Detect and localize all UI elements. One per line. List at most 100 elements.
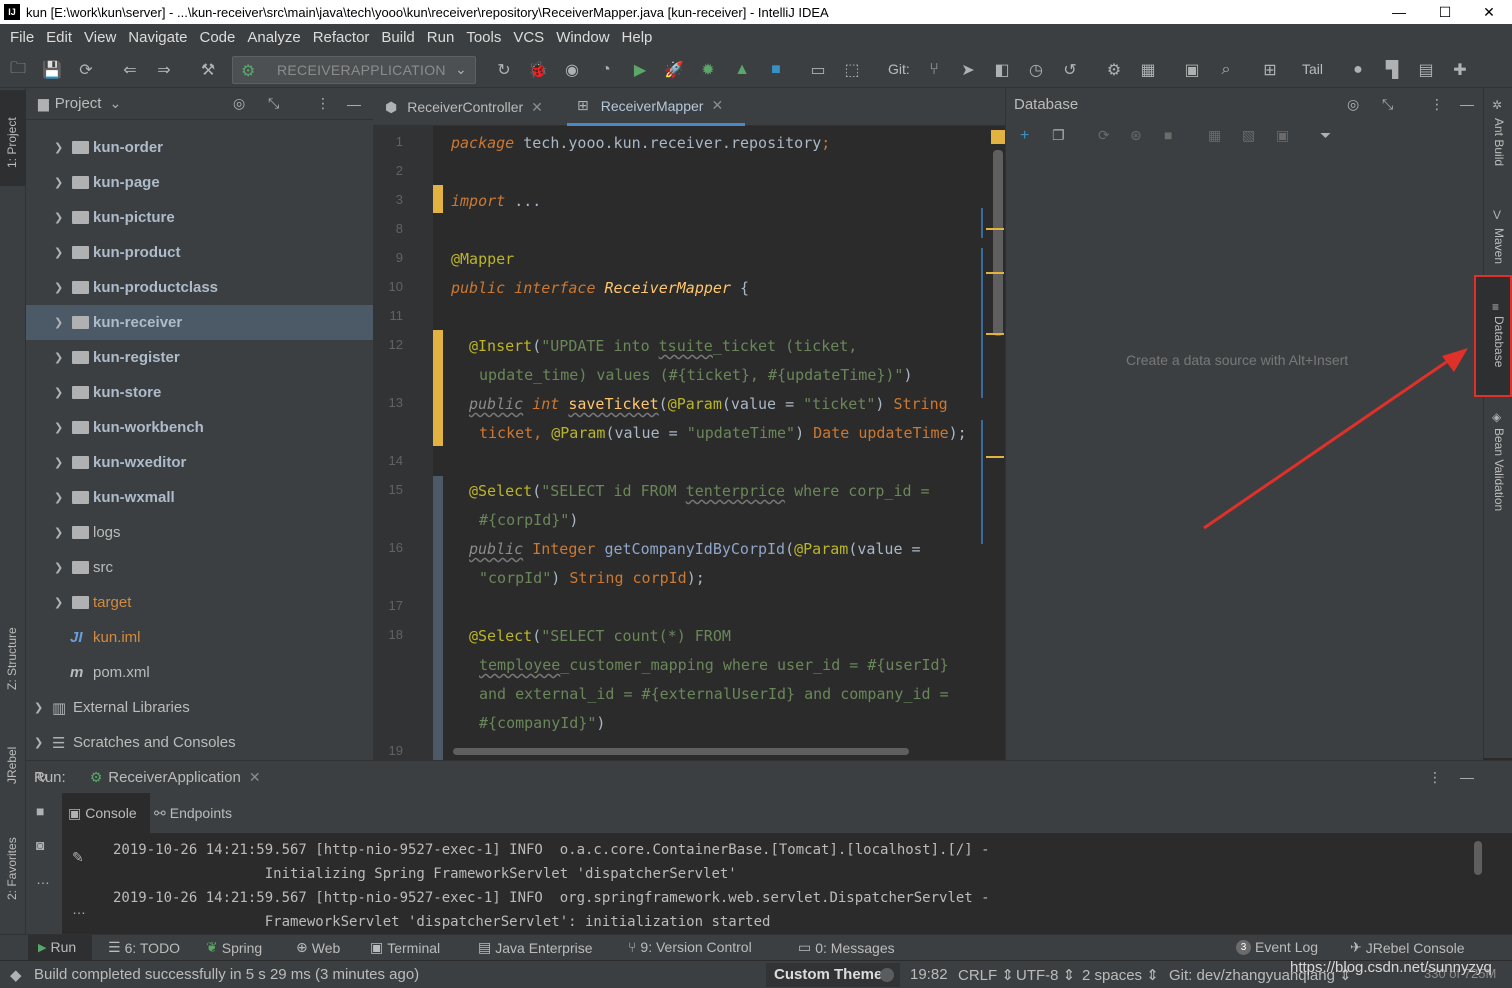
maven-tool-tab[interactable]: Maven [1492,228,1506,264]
hide-panel-icon[interactable]: — [1460,96,1474,112]
more-icon[interactable]: … [36,871,50,887]
minimize-button[interactable]: — [1376,0,1422,24]
tail-label[interactable]: Tail [1302,61,1323,77]
console-icon[interactable]: ▣ [1276,127,1289,144]
chevron-right-icon[interactable]: ❯ [54,526,63,539]
debug-icon[interactable]: 🐞 [526,58,550,82]
bean-validation-tool-tab[interactable]: Bean Validation [1492,428,1506,511]
tree-item-kun-register[interactable]: ❯ kun-register [26,340,373,375]
chevron-down-icon[interactable]: ⌄ [109,95,121,112]
hide-panel-icon[interactable]: — [1460,769,1474,785]
code-line-18[interactable]: @Select("SELECT count(*) FROM [469,627,731,645]
synchronize-icon[interactable]: ⟳ [74,58,98,82]
collapse-all-icon[interactable]: ⤡ [268,95,279,112]
more-options-icon[interactable]: ⋮ [316,95,330,112]
close-tab-icon[interactable]: ✕ [249,769,261,786]
code-line-15-wrap[interactable]: #{corpId}") [479,511,578,529]
menu-vcs[interactable]: VCS [507,24,550,52]
spring-tool-button[interactable]: ❦ Spring [206,939,262,956]
ant-build-tool-tab[interactable]: Ant Build [1492,118,1506,166]
java-enterprise-tool-button[interactable]: ▤ Java Enterprise [478,939,593,956]
refresh-icon[interactable]: ⟳ [1098,127,1110,144]
chevron-right-icon[interactable]: ❯ [54,176,63,189]
menu-file[interactable]: File [4,24,40,52]
terminal-tool-button[interactable]: ▣ Terminal [370,939,440,956]
schema-icon[interactable]: ⊛ [1130,127,1142,144]
chevron-right-icon[interactable]: ❯ [54,561,63,574]
collapse-all-icon[interactable]: ⤡ [1382,96,1393,113]
database-tool-tab[interactable]: Database [1492,316,1506,367]
code-line-9[interactable]: @Mapper [451,250,514,268]
locate-target-icon[interactable]: ◎ [1347,96,1359,113]
code-line-18-wrap-2[interactable]: and external_id = #{externalUserId} and … [479,685,949,703]
rollback-icon[interactable]: ↺ [1058,58,1082,82]
chevron-right-icon[interactable]: ❯ [54,211,63,224]
chevron-right-icon[interactable]: ❯ [34,701,43,714]
event-log-tool-button[interactable]: 3 Event Log [1236,939,1318,955]
jrebel-debug-icon[interactable]: ✹ [696,58,720,82]
line-separator[interactable]: CRLF ⇕ [958,966,1014,984]
console-scrollbar[interactable] [1474,841,1482,875]
copy-icon[interactable]: ❐ [1052,127,1065,144]
tree-item-kun-iml[interactable]: JI kun.iml [26,620,373,655]
chevron-right-icon[interactable]: ❯ [54,351,63,364]
code-line-1[interactable]: package tech.yooo.kun.receiver.repositor… [451,134,830,152]
profile-icon[interactable]: ◔ [594,58,618,82]
camera-icon[interactable]: ◙ [36,837,44,853]
hide-panel-icon[interactable]: — [347,96,361,112]
more-options-icon[interactable]: ⋮ [1430,96,1444,113]
code-line-18-wrap-3[interactable]: #{companyId}") [479,714,605,732]
record-icon[interactable]: ● [1346,58,1370,82]
todo-tool-button[interactable]: ☰ 6: TODO [108,939,180,956]
close-window-button[interactable]: ✕ [1466,0,1512,24]
code-line-15[interactable]: @Select("SELECT id FROM tenterprice wher… [469,482,930,500]
stop-icon[interactable]: ■ [1164,127,1172,143]
tree-item-kun-product[interactable]: ❯ kun-product [26,235,373,270]
tree-item-pom-xml[interactable]: m pom.xml [26,655,373,690]
rerun-icon[interactable]: ↻ [492,58,516,82]
code-line-13[interactable]: public int saveTicket(@Param(value = "ti… [469,395,948,413]
code-line-3[interactable]: import ... [451,192,541,210]
chevron-right-icon[interactable]: ❯ [54,281,63,294]
project-view-label[interactable]: Project [55,95,102,112]
code-line-10[interactable]: public interface ReceiverMapper { [451,279,749,297]
messages-tool-button[interactable]: ▭ 0: Messages [798,939,895,956]
git-push-icon[interactable]: ➤ [956,58,980,82]
menu-window[interactable]: Window [550,24,615,52]
tab-console[interactable]: ▣ Console [62,793,150,833]
vertical-scrollbar[interactable] [993,150,1003,336]
run-tool-button[interactable]: ▶ Run [38,939,76,955]
chevron-right-icon[interactable]: ❯ [54,386,63,399]
code-line-18-wrap-1[interactable]: temployee_customer_mapping where user_id… [479,656,949,674]
tree-item-kun-productclass[interactable]: ❯ kun-productclass [26,270,373,305]
jrebel-tool-tab[interactable]: JRebel [5,747,19,784]
run-tab-receiver-application[interactable]: ReceiverApplication [108,769,241,786]
chevron-right-icon[interactable]: ❯ [54,596,63,609]
menu-edit[interactable]: Edit [40,24,78,52]
menu-code[interactable]: Code [193,24,241,52]
code-line-12[interactable]: @Insert("UPDATE into tsuite_ticket (tick… [469,337,857,355]
theme-label[interactable]: Custom Theme [774,966,882,983]
chevron-right-icon[interactable]: ❯ [34,736,43,749]
maximize-button[interactable]: ☐ [1422,0,1468,24]
code-line-16-wrap[interactable]: "corpId") String corpId); [479,569,705,587]
tree-item-kun-page[interactable]: ❯ kun-page [26,165,373,200]
tab-receiver-controller[interactable]: ⬢ ReceiverController ✕ [385,88,543,126]
indent-setting[interactable]: 2 spaces ⇕ [1082,966,1159,984]
menu-run[interactable]: Run [421,24,461,52]
code-line-13-wrap[interactable]: ticket, @Param(value = "updateTime") Dat… [479,424,967,442]
table-icon[interactable]: ▦ [1208,127,1221,144]
code-line-16[interactable]: public Integer getCompanyIdByCorpId(@Par… [469,540,930,558]
jrebel-update-icon[interactable]: ▲ [730,58,754,82]
tab-endpoints[interactable]: ⚯ Endpoints [154,793,232,833]
tree-item-src[interactable]: ❯ src [26,550,373,585]
chevron-right-icon[interactable]: ❯ [54,421,63,434]
stop-icon[interactable]: ■ [36,803,44,819]
theme-toggle-icon[interactable] [880,968,894,982]
jrebel-console-tool-button[interactable]: ✈ JRebel Console [1350,939,1465,956]
menu-help[interactable]: Help [616,24,659,52]
sdk-manager-icon[interactable]: ⬚ [840,58,864,82]
warning-indicator-icon[interactable] [991,130,1005,144]
chevron-right-icon[interactable]: ❯ [54,491,63,504]
tree-item-scratches[interactable]: ❯ ☰ Scratches and Consoles [26,725,373,760]
